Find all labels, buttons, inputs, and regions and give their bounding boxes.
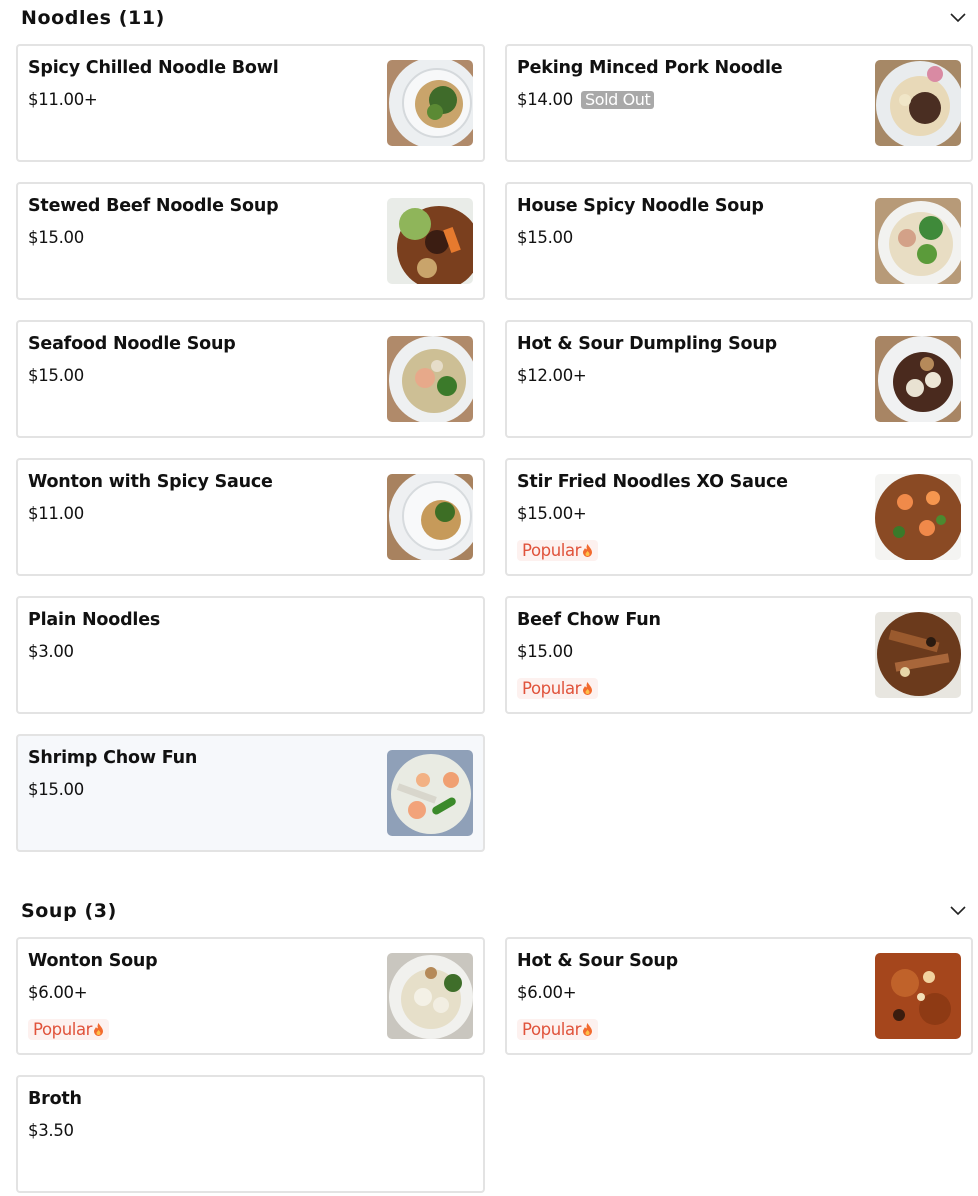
- flame-icon: [583, 544, 593, 557]
- item-price: $15.00+: [517, 504, 587, 523]
- menu-item-card[interactable]: Wonton Soup $6.00+ Popular: [16, 937, 485, 1055]
- item-price: $3.00: [28, 642, 74, 661]
- flame-icon: [583, 1023, 593, 1036]
- sold-out-badge: Sold Out: [580, 90, 655, 109]
- price-row: $14.00 Sold Out: [517, 90, 655, 109]
- food-photo: [875, 60, 961, 146]
- menu-item-card[interactable]: Wonton with Spicy Sauce $11.00: [16, 458, 485, 576]
- food-photo: [387, 336, 473, 422]
- menu-item-card[interactable]: Hot & Sour Soup $6.00+ Popular: [505, 937, 973, 1055]
- food-photo: [387, 60, 473, 146]
- food-photo: [875, 953, 961, 1039]
- item-price: $15.00: [517, 228, 573, 247]
- popular-label: Popular: [522, 1020, 582, 1039]
- item-name: Wonton Soup: [28, 951, 158, 971]
- food-photo: [875, 612, 961, 698]
- popular-tag: Popular: [517, 1019, 599, 1040]
- item-price: $15.00: [28, 228, 84, 247]
- flame-icon: [583, 682, 593, 695]
- noodles-section-header[interactable]: Noodles (11): [0, 0, 978, 36]
- item-name: Beef Chow Fun: [517, 610, 661, 630]
- menu-item-card[interactable]: Spicy Chilled Noodle Bowl $11.00+: [16, 44, 485, 162]
- item-price: $6.00+: [517, 983, 577, 1002]
- food-photo: [875, 474, 961, 560]
- item-price: $6.00+: [28, 983, 88, 1002]
- price-row: $15.00: [517, 228, 573, 247]
- price-row: $11.00: [28, 504, 84, 523]
- item-name: Plain Noodles: [28, 610, 161, 630]
- price-row: $12.00+: [517, 366, 587, 385]
- item-name: Broth: [28, 1089, 82, 1109]
- food-photo: [387, 750, 473, 836]
- item-price: $15.00: [28, 780, 84, 799]
- menu-item-card[interactable]: Seafood Noodle Soup $15.00: [16, 320, 485, 438]
- section-title: Noodles (11): [21, 7, 165, 29]
- price-row: $3.00: [28, 642, 74, 661]
- menu-item-card[interactable]: Stewed Beef Noodle Soup $15.00: [16, 182, 485, 300]
- menu-item-card[interactable]: Peking Minced Pork Noodle $14.00 Sold Ou…: [505, 44, 973, 162]
- menu-item-card[interactable]: House Spicy Noodle Soup $15.00: [505, 182, 973, 300]
- menu-item-card[interactable]: Shrimp Chow Fun $15.00: [16, 734, 485, 852]
- food-photo: [875, 198, 961, 284]
- price-row: $15.00+: [517, 504, 587, 523]
- popular-label: Popular: [33, 1020, 93, 1039]
- food-photo: [387, 953, 473, 1039]
- menu-item-card[interactable]: Stir Fried Noodles XO Sauce $15.00+ Popu…: [505, 458, 973, 576]
- item-price: $15.00: [517, 642, 573, 661]
- food-photo: [875, 336, 961, 422]
- soup-section-header[interactable]: Soup (3): [0, 893, 978, 929]
- chevron-down-icon[interactable]: [950, 13, 966, 23]
- soup-grid: Wonton Soup $6.00+ Popular Hot & Sour So…: [0, 937, 973, 1193]
- price-row: $6.00+: [517, 983, 577, 1002]
- section-title: Soup (3): [21, 900, 117, 922]
- menu-item-card[interactable]: Beef Chow Fun $15.00 Popular: [505, 596, 973, 714]
- item-price: $15.00: [28, 366, 84, 385]
- item-name: Stewed Beef Noodle Soup: [28, 196, 279, 216]
- price-row: $6.00+: [28, 983, 88, 1002]
- chevron-down-icon[interactable]: [950, 906, 966, 916]
- item-name: Wonton with Spicy Sauce: [28, 472, 273, 492]
- price-row: $3.50: [28, 1121, 74, 1140]
- price-row: $15.00: [28, 366, 84, 385]
- popular-label: Popular: [522, 541, 582, 560]
- menu-item-card[interactable]: Broth $3.50: [16, 1075, 485, 1193]
- item-price: $12.00+: [517, 366, 587, 385]
- popular-tag: Popular: [28, 1019, 110, 1040]
- item-name: Seafood Noodle Soup: [28, 334, 236, 354]
- item-name: Hot & Sour Dumpling Soup: [517, 334, 777, 354]
- popular-label: Popular: [522, 679, 582, 698]
- item-price: $11.00: [28, 504, 84, 523]
- food-photo: [387, 198, 473, 284]
- item-name: House Spicy Noodle Soup: [517, 196, 764, 216]
- price-row: $15.00: [28, 780, 84, 799]
- item-name: Hot & Sour Soup: [517, 951, 678, 971]
- item-name: Stir Fried Noodles XO Sauce: [517, 472, 788, 492]
- price-row: $15.00: [28, 228, 84, 247]
- noodles-section: Noodles (11): [0, 0, 978, 36]
- item-name: Peking Minced Pork Noodle: [517, 58, 783, 78]
- item-price: $3.50: [28, 1121, 74, 1140]
- item-name: Spicy Chilled Noodle Bowl: [28, 58, 279, 78]
- item-price: $11.00+: [28, 90, 98, 109]
- food-photo: [387, 474, 473, 560]
- price-row: $11.00+: [28, 90, 98, 109]
- item-price: $14.00: [517, 90, 573, 109]
- flame-icon: [94, 1023, 104, 1036]
- price-row: $15.00: [517, 642, 573, 661]
- menu-item-card[interactable]: Hot & Sour Dumpling Soup $12.00+: [505, 320, 973, 438]
- menu-item-card[interactable]: Plain Noodles $3.00: [16, 596, 485, 714]
- popular-tag: Popular: [517, 678, 599, 699]
- popular-tag: Popular: [517, 540, 599, 561]
- item-name: Shrimp Chow Fun: [28, 748, 198, 768]
- noodles-grid: Spicy Chilled Noodle Bowl $11.00+ Peking…: [0, 44, 973, 852]
- soup-section: Soup (3): [0, 893, 978, 929]
